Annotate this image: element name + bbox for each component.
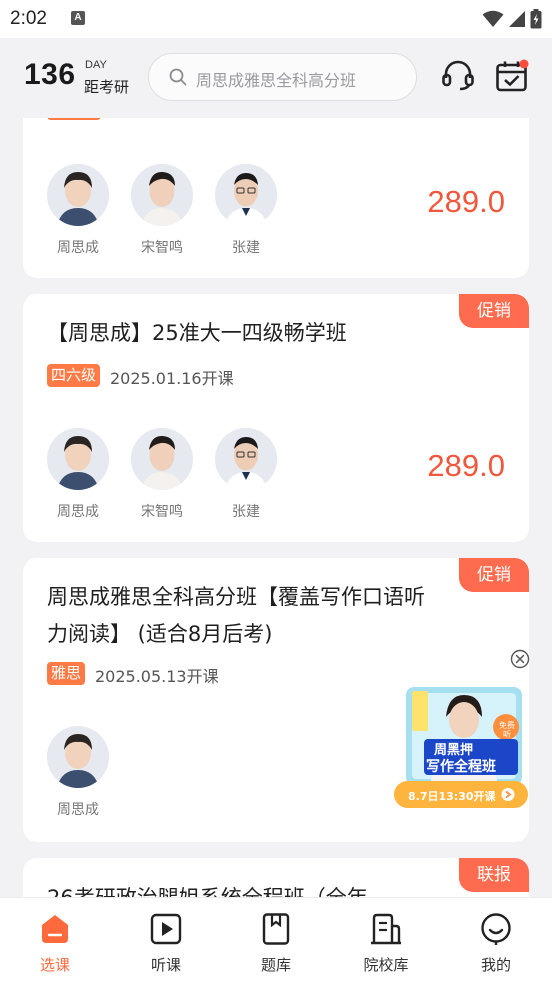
ad-cta[interactable]: 8.7日13:30开课 [408, 788, 496, 804]
ad-badge: 免费听 [499, 721, 515, 739]
teacher-avatar [47, 428, 109, 490]
play-icon [150, 913, 182, 945]
wifi-icon [482, 10, 504, 27]
bottom-nav: 选课 听课 题库 院校库 我的 [0, 897, 552, 981]
course-tag: 雅思 [47, 662, 86, 685]
close-ad-icon[interactable] [510, 649, 530, 669]
floating-ad[interactable]: 免费听 周黑押 写作全程班 8.7日13:30开课 [394, 683, 528, 810]
bookmark-book-icon [262, 913, 290, 945]
course-title: 周思成雅思全科高分班【覆盖写作口语听力阅读】 (适合8月后考) [47, 585, 425, 646]
teacher-name: 宋智鸣 [141, 240, 183, 256]
smile-icon [481, 913, 511, 945]
countdown-label: 距考研 [84, 78, 130, 96]
course-card[interactable]: 联报 26考研政治腿姐系统全程班（全年 [23, 858, 529, 898]
nav-item-school-library[interactable]: 院校库 [351, 912, 421, 975]
teacher-2[interactable]: 宋智鸣 [131, 428, 193, 521]
teacher-3[interactable]: 张建 [215, 428, 277, 521]
search-placeholder: 周思成雅思全科高分班 [196, 71, 357, 90]
teacher-name: 周思成 [57, 240, 99, 256]
search-input[interactable]: 周思成雅思全科高分班 [148, 53, 417, 101]
course-title: 【周思成】25准大一四级畅学班 [47, 321, 347, 345]
course-tag [47, 118, 101, 120]
headset-icon[interactable] [440, 58, 476, 94]
nav-item-question-bank[interactable]: 题库 [241, 912, 311, 975]
course-price: 289.0 [427, 448, 505, 483]
teacher-name: 张建 [232, 240, 260, 256]
nav-label: 听课 [150, 956, 181, 974]
course-title: 26考研政治腿姐系统全程班（全年 [47, 886, 368, 898]
teacher-avatar [215, 428, 277, 490]
course-card[interactable]: 促销 【周思成】25准大一四级畅学班 四六级 2025.01.16开课 周思成 … [23, 294, 529, 542]
course-date: 2025.05.13开课 [95, 667, 219, 686]
nav-item-listen[interactable]: 听课 [131, 912, 201, 975]
nav-label: 院校库 [363, 956, 409, 974]
teacher-name: 宋智鸣 [141, 504, 183, 520]
nav-item-select-course[interactable]: 选课 [20, 912, 90, 975]
nav-label: 我的 [480, 956, 511, 974]
status-time: 2:02 [10, 8, 47, 29]
calendar-badge [519, 59, 529, 69]
promo-badge: 促销 [459, 294, 529, 328]
status-icons [482, 8, 542, 30]
nav-label: 选课 [39, 956, 70, 974]
teacher-name: 张建 [232, 504, 260, 520]
teacher-avatar [47, 164, 109, 226]
nav-label: 题库 [260, 956, 291, 974]
top-header: 136 DAY 距考研 周思成雅思全科高分班 [0, 38, 552, 118]
teacher-avatar [215, 164, 277, 226]
teacher-1[interactable]: 周思成 [47, 726, 109, 819]
ad-title: 写作全程班 [426, 759, 496, 775]
course-tag: 四六级 [47, 364, 101, 387]
teacher-1[interactable]: 周思成 [47, 428, 109, 521]
notification-icon: A [71, 11, 85, 25]
home-icon [42, 915, 68, 943]
teacher-2[interactable]: 宋智鸣 [131, 164, 193, 257]
teacher-avatar [131, 164, 193, 226]
countdown-number: 136 [24, 58, 76, 91]
nav-item-mine[interactable]: 我的 [461, 912, 531, 975]
signal-icon [509, 11, 525, 27]
countdown-unit: DAY [85, 59, 107, 71]
course-card[interactable]: 周思成 宋智鸣 张建 289.0 [23, 118, 529, 278]
calendar-check-icon[interactable] [494, 58, 530, 94]
teacher-avatar [47, 726, 109, 788]
teacher-name: 周思成 [57, 504, 99, 520]
promo-badge: 促销 [459, 558, 529, 592]
promo-badge: 联报 [459, 858, 529, 892]
teacher-1[interactable]: 周思成 [47, 164, 109, 257]
course-date: 2025.01.16开课 [110, 369, 234, 388]
search-icon [169, 68, 187, 86]
battery-icon [530, 9, 542, 29]
building-icon [371, 913, 401, 945]
teacher-name: 周思成 [57, 802, 99, 818]
course-price: 289.0 [427, 184, 505, 219]
status-bar: 2:02 A [0, 0, 552, 38]
teacher-avatar [131, 428, 193, 490]
teacher-3[interactable]: 张建 [215, 164, 277, 257]
